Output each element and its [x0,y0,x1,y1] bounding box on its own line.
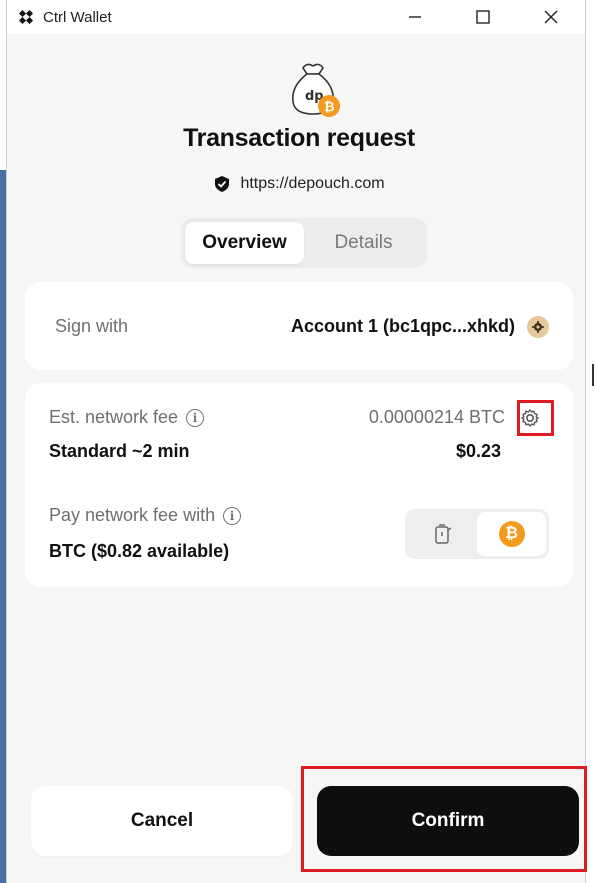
pay-fee-balance: BTC ($0.82 available) [49,541,230,561]
wallet-window: Ctrl Wallet dp ₿ Transaction request htt… [6,0,586,883]
fuel-icon [434,524,451,544]
info-icon[interactable]: i [223,506,242,525]
close-button[interactable] [517,0,585,34]
app-title: Ctrl Wallet [43,8,112,26]
network-fee-usd: $0.23 [455,441,501,461]
close-icon [544,10,558,24]
desktop-edge-right [586,0,596,883]
title-bar[interactable]: Ctrl Wallet [7,0,585,34]
network-fee-label-row: Est. network fee i [49,407,205,428]
dapp-url: https://depouch.com [240,175,385,192]
dapp-origin: https://depouch.com [1,175,596,193]
window-controls [381,0,585,34]
minimize-button[interactable] [381,0,449,34]
maximize-button[interactable] [449,0,517,34]
cancel-button[interactable]: Cancel [31,786,293,856]
network-fee-btc: 0.00000214 BTC [368,407,505,427]
fuel-option[interactable] [408,512,477,556]
tab-overview[interactable]: Overview [185,222,304,264]
page-title: Transaction request [183,124,415,152]
minimize-icon [409,16,421,18]
fee-speed: Standard ~2 min [49,441,190,461]
network-fee-label: Est. network fee [49,407,179,427]
info-icon[interactable]: i [186,408,205,427]
account-selector[interactable]: Account 1 (bc1qpc...xhkd) [291,316,515,337]
tab-details[interactable]: Details [304,222,423,264]
fee-settings-gear-icon[interactable] [517,405,543,431]
confirm-button[interactable]: Confirm [317,786,579,856]
pay-fee-token-toggle: ₿ [405,509,549,559]
depouch-money-bag-icon: dp ₿ [283,60,343,120]
sign-with-label: Sign with [55,316,129,336]
bitcoin-icon: ₿ [498,521,525,547]
ctrl-wallet-logo-icon [17,8,35,26]
network-fee-card: Est. network fee i 0.00000214 BTC Standa… [25,383,573,587]
pay-fee-label-row: Pay network fee with i [49,505,242,526]
sign-with-card: Sign with Account 1 (bc1qpc...xhkd) [25,282,573,370]
pay-fee-label: Pay network fee with [49,505,216,525]
account-avatar-icon [527,316,549,338]
text-cursor [592,364,596,386]
view-tabs: Overview Details [181,218,427,268]
bitcoin-option[interactable]: ₿ [477,512,546,556]
maximize-icon [476,10,490,24]
verified-shield-icon [215,176,230,192]
svg-text:₿: ₿ [324,100,335,115]
